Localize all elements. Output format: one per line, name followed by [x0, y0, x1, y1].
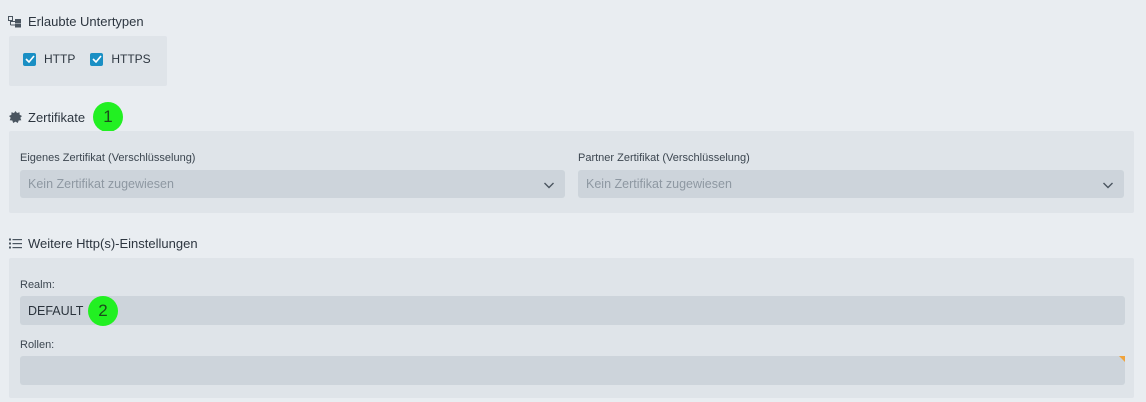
- required-indicator: [1119, 356, 1125, 362]
- subtypes-title: Erlaubte Untertypen: [28, 14, 144, 29]
- own-certificate-label: Eigenes Zertifikat (Verschlüsselung): [20, 152, 196, 164]
- certificates-title: Zertifikate: [28, 110, 86, 125]
- http-settings-panel: Realm: DEFAULT Rollen:: [9, 258, 1134, 398]
- https-checkbox[interactable]: [90, 52, 104, 66]
- roles-label: Rollen:: [20, 339, 55, 351]
- list-icon: [8, 237, 22, 251]
- subtypes-panel: HTTP HTTPS: [9, 36, 167, 86]
- realm-value: DEFAULT: [28, 303, 84, 318]
- hierarchy-icon: [8, 15, 22, 29]
- own-certificate-placeholder: Kein Zertifikat zugewiesen: [28, 177, 174, 191]
- realm-label: Realm:: [20, 279, 55, 291]
- certificates-panel: Eigenes Zertifikat (Verschlüsselung) Kei…: [9, 131, 1134, 213]
- partner-certificate-select[interactable]: Kein Zertifikat zugewiesen: [578, 170, 1124, 198]
- http-checkbox-label[interactable]: HTTP: [44, 52, 75, 66]
- subtypes-header: Erlaubte Untertypen: [8, 14, 144, 29]
- certificates-header: Zertifikate: [8, 110, 85, 125]
- http-settings-title: Weitere Http(s)-Einstellungen: [28, 236, 198, 251]
- chevron-down-icon: [1102, 179, 1114, 191]
- https-checkbox-label[interactable]: HTTPS: [111, 52, 150, 66]
- annotation-marker-2: 2: [88, 296, 118, 326]
- http-checkbox[interactable]: [23, 52, 36, 66]
- chevron-down-icon: [543, 179, 555, 191]
- roles-input[interactable]: [20, 356, 1125, 385]
- certificate-icon: [8, 111, 22, 125]
- http-settings-header: Weitere Http(s)-Einstellungen: [8, 236, 198, 251]
- annotation-marker-1: 1: [93, 102, 123, 132]
- partner-certificate-placeholder: Kein Zertifikat zugewiesen: [586, 177, 732, 191]
- subtypes-checkboxes: HTTP HTTPS: [23, 52, 166, 66]
- realm-input[interactable]: DEFAULT: [20, 296, 1125, 325]
- partner-certificate-label: Partner Zertifikat (Verschlüsselung): [578, 152, 750, 164]
- own-certificate-select[interactable]: Kein Zertifikat zugewiesen: [20, 170, 565, 198]
